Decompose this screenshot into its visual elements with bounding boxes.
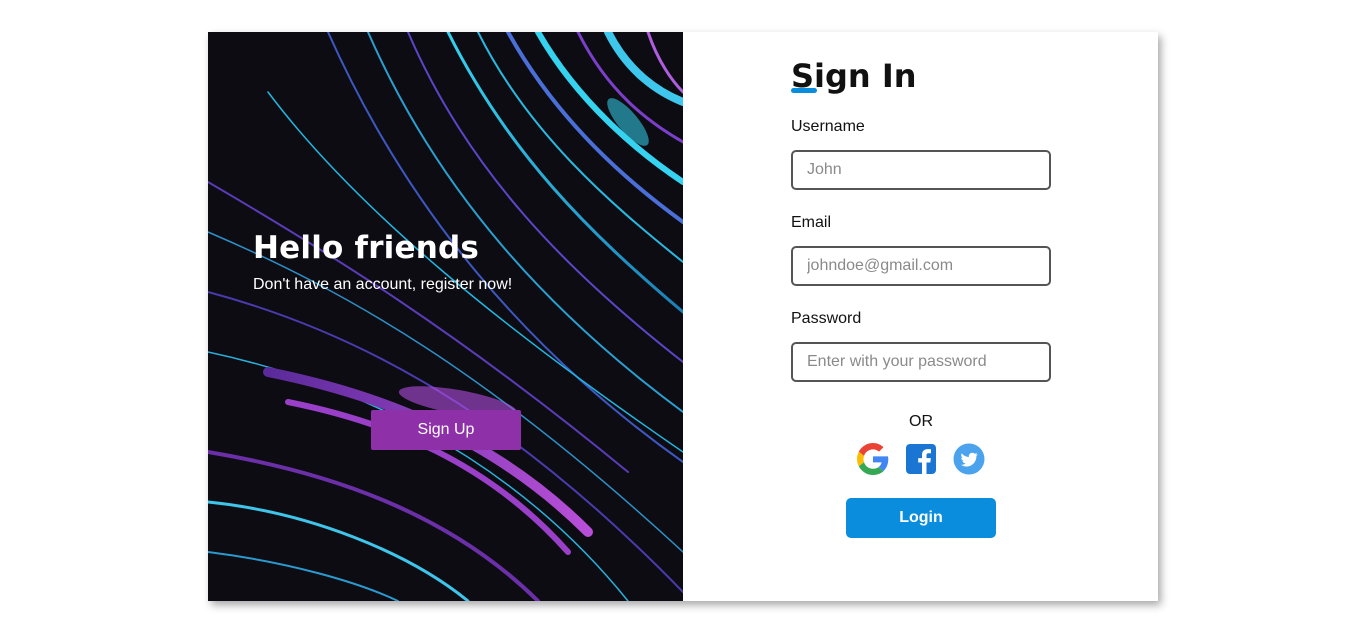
- username-label: Username: [791, 118, 865, 135]
- signin-form: Sign In Username Email Password OR: [791, 56, 1051, 538]
- sign-up-button[interactable]: Sign Up: [371, 410, 521, 450]
- welcome-subtext: Don't have an account, register now!: [253, 276, 513, 293]
- password-input[interactable]: [791, 342, 1051, 382]
- social-login-row: [791, 443, 1051, 475]
- welcome-panel: Hello friends Don't have an account, reg…: [208, 32, 683, 601]
- twitter-icon[interactable]: [953, 443, 985, 475]
- password-label: Password: [791, 310, 862, 327]
- email-input[interactable]: [791, 246, 1051, 286]
- email-label: Email: [791, 214, 832, 231]
- username-input[interactable]: [791, 150, 1051, 190]
- facebook-icon[interactable]: [905, 443, 937, 475]
- signin-title: Sign In: [791, 56, 1051, 96]
- signin-panel: Sign In Username Email Password OR: [683, 32, 1158, 601]
- abstract-background-art: [208, 32, 683, 601]
- or-divider-text: OR: [909, 413, 933, 430]
- auth-card: Hello friends Don't have an account, reg…: [208, 32, 1158, 601]
- welcome-text-block: Hello friends Don't have an account, reg…: [253, 230, 512, 294]
- google-icon[interactable]: [857, 443, 889, 475]
- welcome-heading: Hello friends: [253, 230, 480, 266]
- title-underline-accent: [791, 88, 817, 93]
- login-button[interactable]: Login: [846, 498, 996, 538]
